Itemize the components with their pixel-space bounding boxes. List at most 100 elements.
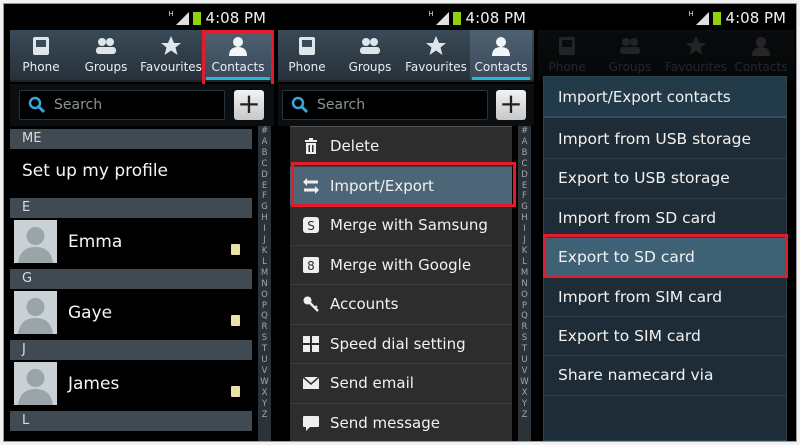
index-letter[interactable]: R xyxy=(258,322,271,333)
tab-groups[interactable]: Groups xyxy=(74,30,138,80)
index-letter[interactable]: # xyxy=(518,126,531,137)
index-letter[interactable]: F xyxy=(258,191,271,202)
index-letter[interactable]: N xyxy=(518,279,531,290)
phone-icon xyxy=(33,37,49,55)
index-letter[interactable]: C xyxy=(518,159,531,170)
index-letter[interactable]: V xyxy=(518,366,531,377)
menu-item-merge-google[interactable]: 8 Merge with Google xyxy=(290,246,512,285)
index-letter[interactable]: Z xyxy=(258,410,271,421)
index-letter[interactable]: N xyxy=(258,279,271,290)
index-letter[interactable]: # xyxy=(258,126,271,137)
menu-item-accounts[interactable]: Accounts xyxy=(290,285,512,325)
option-export-sd[interactable]: Export to SD card xyxy=(544,238,786,278)
section-header-e: E xyxy=(10,198,252,218)
index-letter[interactable]: G xyxy=(258,202,271,213)
index-letter[interactable]: C xyxy=(258,159,271,170)
panel-import-export-dialog: H 4:08 PM Phone Groups Favourites Contac… xyxy=(538,4,794,441)
add-contact-button[interactable]: + xyxy=(234,90,264,120)
index-letter[interactable]: X xyxy=(258,388,271,399)
menu-item-send-email[interactable]: Send email xyxy=(290,364,512,404)
index-letter[interactable]: K xyxy=(518,246,531,257)
index-letter[interactable]: U xyxy=(518,355,531,366)
index-letter[interactable]: D xyxy=(258,170,271,181)
index-letter[interactable]: U xyxy=(258,355,271,366)
contact-item-gaye[interactable]: Gaye xyxy=(10,289,252,336)
set-up-profile-item[interactable]: Set up my profile xyxy=(10,149,252,193)
index-letter[interactable]: Q xyxy=(518,311,531,322)
index-letter[interactable]: X xyxy=(518,388,531,399)
index-letter[interactable]: P xyxy=(518,301,531,312)
add-contact-button[interactable]: + xyxy=(496,90,526,120)
tab-contacts[interactable]: Contacts xyxy=(470,30,532,80)
index-letter[interactable]: A xyxy=(258,137,271,148)
index-letter[interactable]: I xyxy=(258,224,271,235)
search-input[interactable]: Search xyxy=(282,90,488,120)
index-letter[interactable]: Y xyxy=(258,399,271,410)
menu-item-speed-dial[interactable]: Speed dial setting xyxy=(290,325,512,364)
index-letter[interactable]: Z xyxy=(518,410,531,421)
tab-phone[interactable]: Phone xyxy=(278,30,336,80)
index-letter[interactable]: T xyxy=(258,344,271,355)
index-letter[interactable]: M xyxy=(258,268,271,279)
tab-label: Contacts xyxy=(474,60,528,74)
menu-item-merge-samsung[interactable]: S Merge with Samsung xyxy=(290,206,512,246)
menu-item-send-message[interactable]: Send message xyxy=(290,404,512,442)
contact-item-james[interactable]: James xyxy=(10,360,252,407)
network-type-label: H xyxy=(428,10,434,18)
alphabet-index[interactable]: # A B C D E F G H I J K L M N O P Q R S T U V W X Y Z xyxy=(258,126,271,441)
index-letter[interactable]: H xyxy=(518,213,531,224)
index-letter[interactable]: E xyxy=(258,181,271,192)
index-letter[interactable]: L xyxy=(258,257,271,268)
index-letter[interactable]: B xyxy=(518,148,531,159)
search-input[interactable]: Search xyxy=(19,90,225,120)
index-letter[interactable]: D xyxy=(518,170,531,181)
index-letter[interactable]: E xyxy=(518,181,531,192)
index-letter[interactable]: S xyxy=(258,333,271,344)
index-letter[interactable]: B xyxy=(258,148,271,159)
index-letter[interactable]: K xyxy=(258,246,271,257)
signal-icon xyxy=(436,12,449,25)
network-type-label: H xyxy=(688,10,694,18)
index-letter[interactable]: T xyxy=(518,344,531,355)
option-import-sim[interactable]: Import from SIM card xyxy=(544,278,786,317)
index-letter[interactable]: Q xyxy=(258,311,271,322)
option-export-sim[interactable]: Export to SIM card xyxy=(544,317,786,357)
option-export-usb[interactable]: Export to USB storage xyxy=(544,159,786,199)
index-letter[interactable]: M xyxy=(518,268,531,279)
index-letter[interactable]: Y xyxy=(518,399,531,410)
index-letter[interactable]: W xyxy=(258,377,271,388)
index-letter[interactable]: J xyxy=(518,235,531,246)
message-icon xyxy=(302,414,320,432)
alphabet-index[interactable]: # A B C D E F G H I J K L M N O P Q R S T U V W X Y Z xyxy=(518,126,531,441)
index-letter[interactable]: F xyxy=(518,191,531,202)
tab-label: Phone xyxy=(22,60,60,74)
index-letter[interactable]: O xyxy=(518,290,531,301)
tab-phone[interactable]: Phone xyxy=(10,30,72,80)
index-letter[interactable]: R xyxy=(518,322,531,333)
index-letter[interactable]: J xyxy=(258,235,271,246)
tab-favourites[interactable]: Favourites xyxy=(140,30,202,80)
index-letter[interactable]: W xyxy=(518,377,531,388)
contact-item-emma[interactable]: Emma xyxy=(10,218,252,265)
dialog-title: Import/Export contacts xyxy=(544,77,786,118)
option-import-usb[interactable]: Import from USB storage xyxy=(544,120,786,160)
option-share-namecard[interactable]: Share namecard via xyxy=(544,356,786,396)
index-letter[interactable]: H xyxy=(258,213,271,224)
index-letter[interactable]: G xyxy=(518,202,531,213)
sim-icon xyxy=(231,386,240,397)
index-letter[interactable]: A xyxy=(518,137,531,148)
tab-groups[interactable]: Groups xyxy=(338,30,402,80)
index-letter[interactable]: P xyxy=(258,301,271,312)
index-letter[interactable]: S xyxy=(518,333,531,344)
option-import-sd[interactable]: Import from SD card xyxy=(544,199,786,239)
tab-contacts[interactable]: Contacts xyxy=(204,30,272,80)
index-letter[interactable]: I xyxy=(518,224,531,235)
index-letter[interactable]: L xyxy=(518,257,531,268)
menu-item-delete[interactable]: Delete xyxy=(290,127,512,167)
index-letter[interactable]: O xyxy=(258,290,271,301)
menu-item-import-export[interactable]: Import/Export xyxy=(290,166,512,206)
battery-icon xyxy=(713,12,721,25)
index-letter[interactable]: V xyxy=(258,366,271,377)
tab-bar: Phone Groups Favourites Contacts xyxy=(10,30,274,82)
tab-favourites[interactable]: Favourites xyxy=(404,30,468,80)
